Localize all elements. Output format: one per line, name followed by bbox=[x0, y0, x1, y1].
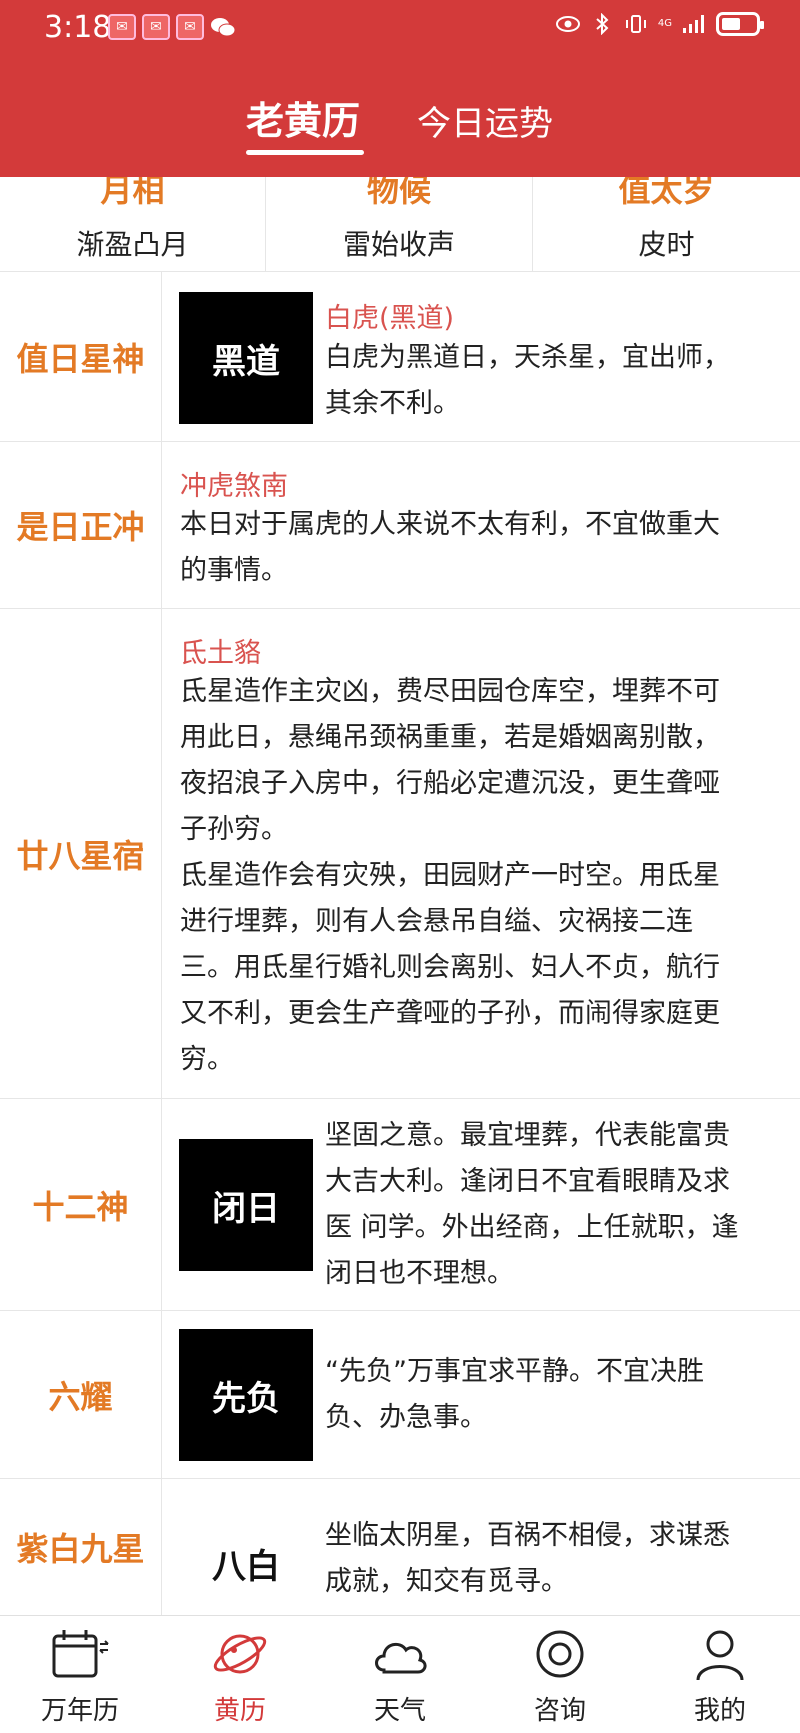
summary-strip: 月相 渐盈凸月 物候 雷始收声 值太岁 皮时 bbox=[0, 177, 800, 272]
nav-label: 黄历 bbox=[213, 1696, 266, 1726]
row-day-clash: 是日正冲 冲虎煞南 本日对于属虎的人来说不太有利，不宜做重大 的事情。 bbox=[0, 442, 800, 609]
nav-weather[interactable]: 天气 bbox=[320, 1616, 480, 1733]
strip-title: 物候 bbox=[366, 177, 431, 209]
badge-biri: 闭日 bbox=[179, 1139, 313, 1271]
bottom-navigation: 万年历 黄历 天气 咨询 我的 bbox=[0, 1615, 800, 1733]
calendar-icon bbox=[52, 1630, 109, 1678]
app-header: 3:18 ✉ ✉ ✉ 4G 老黄历 今日运势 bbox=[0, 0, 800, 177]
nav-label: 我的 bbox=[693, 1696, 746, 1726]
row-text: 坚固之意。最宜埋葬，代表能富贵 大吉大利。逢闭日不宜看眼睛及求 医 问学。外出经… bbox=[325, 1120, 739, 1289]
vibrate-icon bbox=[625, 15, 646, 33]
active-tab-indicator bbox=[246, 150, 364, 155]
nav-label: 咨询 bbox=[533, 1696, 586, 1726]
badge-xianfu: 先负 bbox=[179, 1329, 313, 1461]
row-duty-star: 值日星神 黑道 白虎(黑道) 白虎为黑道日，天杀星，宜出师， 其余不利。 bbox=[0, 272, 800, 442]
strip-value: 雷始收声 bbox=[342, 228, 455, 261]
strip-value: 渐盈凸月 bbox=[76, 228, 189, 261]
row-label: 值日星神 bbox=[16, 339, 145, 378]
row-text: 本日对于属虎的人来说不太有利，不宜做重大 的事情。 bbox=[180, 509, 720, 586]
row-label: 十二神 bbox=[32, 1187, 129, 1226]
red-envelope-icon: ✉ bbox=[108, 14, 136, 40]
row-label: 六耀 bbox=[48, 1377, 113, 1416]
strip-cell-moon-phase: 月相 渐盈凸月 bbox=[0, 177, 266, 271]
tab-laohuangli[interactable]: 老黄历 bbox=[246, 90, 360, 145]
wechat-icon bbox=[211, 18, 236, 37]
bluetooth-icon bbox=[596, 13, 609, 35]
red-envelope-icon: ✉ bbox=[142, 14, 170, 40]
eye-icon bbox=[555, 16, 580, 32]
strip-cell-taisui: 值太岁 皮时 bbox=[533, 177, 800, 271]
badge-babai: 八白 bbox=[212, 1546, 280, 1587]
cloud-icon bbox=[375, 1642, 427, 1674]
row-text: 氐星造作主灾凶，费尽田园仓库空，埋葬不可 用此日，悬绳吊颈祸重重，若是婚姻离别散… bbox=[180, 676, 720, 1075]
row-label: 紫白九星 bbox=[16, 1530, 145, 1568]
tab-jinri-yunshi[interactable]: 今日运势 bbox=[417, 96, 553, 145]
row-label: 是日正冲 bbox=[16, 508, 145, 546]
nav-consult[interactable]: 咨询 bbox=[480, 1616, 640, 1733]
row-nine-stars: 紫白九星 八白 坐临太阴星，百祸不相侵，求谋悉 成就，知交有觅寻。 bbox=[0, 1479, 800, 1615]
row-text: 坐临太阴星，百祸不相侵，求谋悉 成就，知交有觅寻。 bbox=[325, 1520, 730, 1597]
row-text: 白虎为黑道日，天杀星，宜出师， 其余不利。 bbox=[325, 342, 730, 419]
nav-label: 天气 bbox=[373, 1696, 426, 1726]
row-subtitle: 白虎(黑道) bbox=[325, 303, 455, 334]
network-type: 4G bbox=[657, 18, 672, 29]
status-bar: 3:18 ✉ ✉ ✉ 4G bbox=[0, 0, 800, 60]
row-twelve-gods: 十二神 闭日 坚固之意。最宜埋葬，代表能富贵 大吉大利。逢闭日不宜看眼睛及求 医… bbox=[0, 1099, 800, 1311]
planet-icon bbox=[213, 1634, 267, 1674]
row-six-luminaries: 六耀 先负 “先负”万事宜求平静。不宜决胜 负、办急事。 bbox=[0, 1311, 800, 1479]
row-subtitle: 冲虎煞南 bbox=[180, 471, 288, 502]
nav-label: 万年历 bbox=[40, 1696, 119, 1726]
row-text: “先负”万事宜求平静。不宜决胜 负、办急事。 bbox=[325, 1356, 704, 1433]
header-tabs: 老黄历 今日运势 bbox=[0, 90, 800, 160]
row-label: 廿八星宿 bbox=[16, 836, 145, 875]
strip-title: 值太岁 bbox=[618, 177, 715, 209]
nav-huangli[interactable]: 黄历 bbox=[160, 1616, 320, 1733]
battery-icon bbox=[716, 12, 764, 36]
strip-value: 皮时 bbox=[638, 228, 695, 261]
row-subtitle: 氐土貉 bbox=[180, 638, 261, 669]
person-icon bbox=[696, 1630, 744, 1681]
consult-icon bbox=[536, 1630, 584, 1678]
signal-icon bbox=[683, 15, 704, 33]
red-envelope-icon: ✉ bbox=[176, 14, 204, 40]
badge-heidao: 黑道 bbox=[179, 292, 313, 424]
nav-calendar[interactable]: 万年历 bbox=[0, 1616, 160, 1733]
status-time: 3:18 bbox=[44, 10, 112, 45]
strip-title: 月相 bbox=[100, 177, 165, 209]
strip-cell-phenology: 物候 雷始收声 bbox=[266, 177, 533, 271]
notification-icons: ✉ ✉ ✉ bbox=[108, 14, 236, 40]
row-lunar-mansion: 廿八星宿 氐土貉 氐星造作主灾凶，费尽田园仓库空，埋葬不可 用此日，悬绳吊颈祸重… bbox=[0, 609, 800, 1099]
system-status-icons: 4G bbox=[555, 12, 764, 36]
nav-profile[interactable]: 我的 bbox=[640, 1616, 800, 1733]
